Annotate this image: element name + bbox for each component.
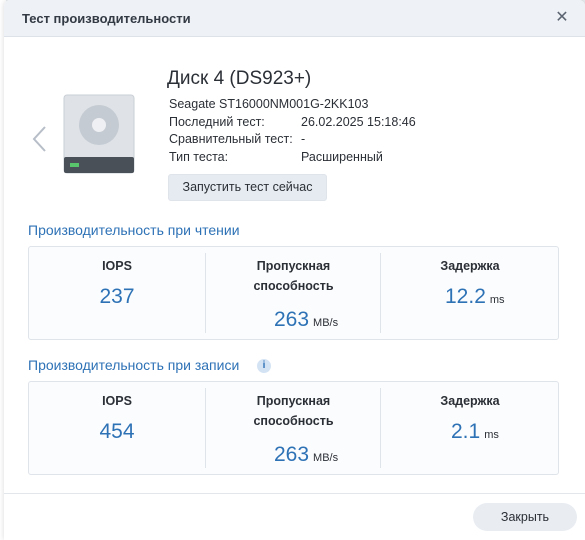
read-throughput-value: 263 [274,308,310,331]
write-throughput-column: Пропускная способность 263 MB/s [205,388,381,468]
write-latency-value: 2.1 [451,420,481,443]
write-throughput-label-2: способность [253,414,334,428]
last-test-label: Последний тест: [169,114,265,129]
comparative-test-row: Сравнительный тест: - [169,132,489,150]
write-iops-metric: 454 [29,420,205,444]
write-throughput-metric: 263 MB/s [274,443,338,467]
read-throughput-metric: 263 MB/s [274,308,338,332]
read-iops-metric: 237 [29,285,205,309]
write-throughput-unit: MB/s [313,452,339,464]
run-test-button[interactable]: Запустить тест сейчас [168,174,327,201]
disk-info: Seagate ST16000NM001G-2KK103 Последний т… [169,97,489,167]
read-performance-title: Производительность при чтении [28,222,240,238]
read-throughput-label-2: способность [253,279,334,293]
write-performance-title: Производительность при записи [28,357,240,373]
write-iops-column: IOPS 454 [29,382,205,474]
read-iops-column: IOPS 237 [29,247,205,339]
comparative-test-label: Сравнительный тест: [169,132,293,146]
write-throughput-value: 263 [274,443,310,466]
read-throughput-column: Пропускная способность 263 MB/s [205,253,381,333]
read-latency-column: Задержка 12.2 ms [380,253,559,333]
write-latency-column: Задержка 2.1 ms [380,388,559,468]
dialog-titlebar: Тест производительности ✕ [4,0,585,37]
write-latency-label: Задержка [440,394,500,408]
write-latency-metric: 2.1 ms [451,420,499,444]
read-latency-metric: 12.2 ms [445,285,505,309]
last-test-row: Последний тест: 26.02.2025 15:18:46 [169,115,489,133]
disk-model: Seagate ST16000NM001G-2KK103 [169,97,369,111]
read-latency-value: 12.2 [445,285,486,308]
dialog-title: Тест производительности [22,11,191,26]
write-throughput-label-1: Пропускная [256,394,331,408]
last-test-value: 26.02.2025 15:18:46 [301,114,416,129]
read-iops-label: IOPS [102,259,132,273]
close-button[interactable]: Закрыть [473,503,577,531]
write-performance-card: IOPS 454 Пропускная способность 263 MB/s … [28,381,559,475]
comparative-test-value: - [301,132,306,146]
read-latency-unit: ms [489,294,505,306]
read-throughput-unit: MB/s [313,317,339,329]
chevron-left-icon[interactable] [30,125,50,153]
read-iops-value: 237 [99,285,135,308]
test-type-label: Тип теста: [169,149,229,164]
close-icon[interactable]: ✕ [553,8,571,26]
test-type-value: Расширенный [301,149,383,164]
read-latency-label: Задержка [440,259,500,273]
disk-model-row: Seagate ST16000NM001G-2KK103 [169,97,489,115]
write-latency-unit: ms [484,429,499,441]
write-iops-value: 454 [99,420,135,443]
test-type-row: Тип теста: Расширенный [169,150,489,168]
info-icon[interactable]: i [257,359,271,373]
dialog-footer: Закрыть [4,493,585,540]
write-iops-label: IOPS [102,394,132,408]
read-performance-card: IOPS 237 Пропускная способность 263 MB/s … [28,246,559,340]
read-throughput-label-1: Пропускная [256,259,331,273]
disk-name: Диск 4 (DS923+) [167,68,312,89]
performance-test-dialog: Тест производительности ✕ Диск 4 (DS923+… [4,0,585,540]
hard-drive-icon [63,94,135,174]
